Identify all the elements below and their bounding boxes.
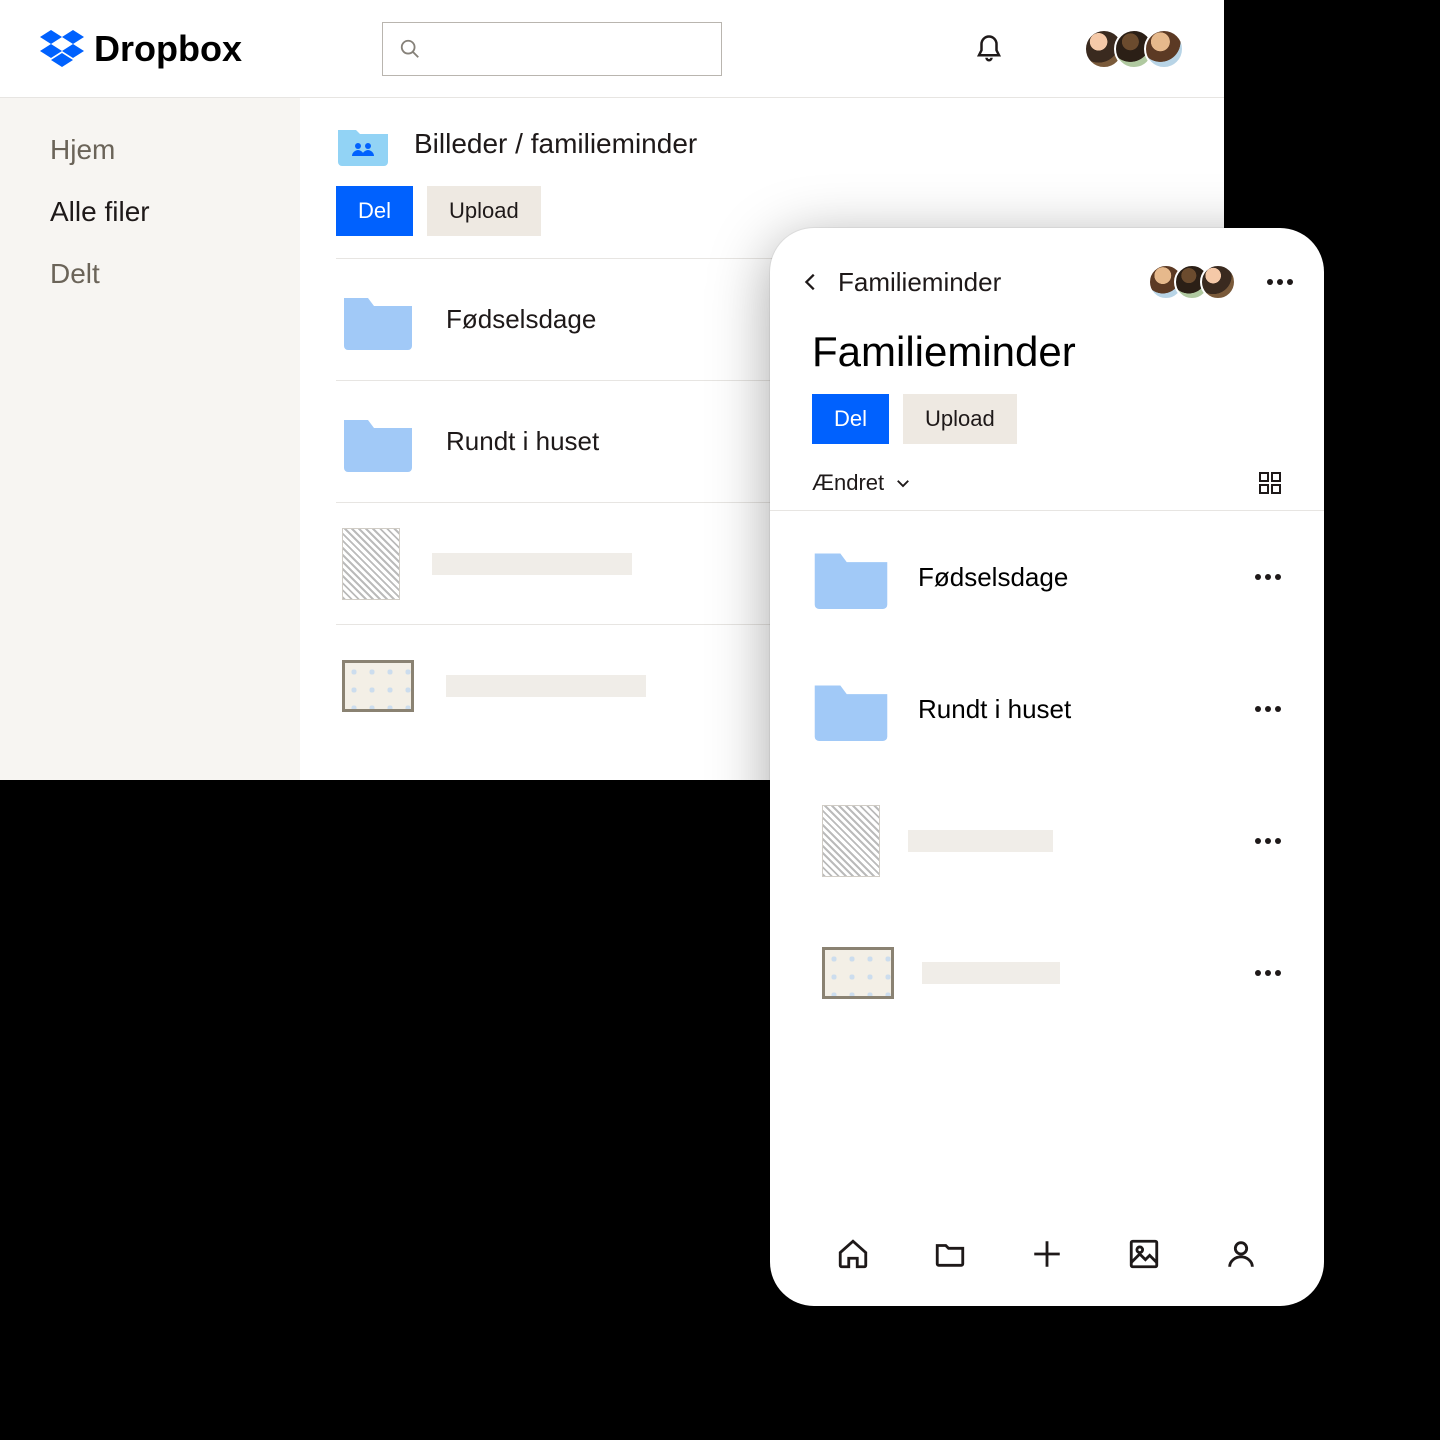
chevron-left-icon <box>800 271 822 293</box>
tab-home[interactable] <box>836 1237 870 1271</box>
more-icon <box>1254 573 1282 581</box>
sidebar-item-home[interactable]: Hjem <box>50 134 250 166</box>
row-more-button[interactable] <box>1254 573 1282 581</box>
file-name-placeholder <box>446 675 646 697</box>
tab-files[interactable] <box>933 1237 967 1271</box>
avatar <box>1200 264 1236 300</box>
header-title: Familieminder <box>838 267 1132 298</box>
folder-icon <box>342 412 414 472</box>
topbar: Dropbox <box>0 0 1224 98</box>
more-button[interactable] <box>1266 278 1294 286</box>
search-icon <box>399 38 421 60</box>
member-avatars[interactable] <box>1148 264 1236 300</box>
more-icon <box>1254 705 1282 713</box>
file-name-placeholder <box>908 830 1053 852</box>
breadcrumb[interactable]: Billeder / familieminder <box>414 128 697 160</box>
folder-icon <box>342 290 414 350</box>
dropbox-icon <box>40 30 84 68</box>
photo-icon <box>1127 1237 1161 1271</box>
grid-icon <box>1258 471 1282 495</box>
mobile-tabbar <box>770 1216 1324 1306</box>
file-thumbnail <box>342 528 400 600</box>
file-name-placeholder <box>922 962 1060 984</box>
tab-photos[interactable] <box>1127 1237 1161 1271</box>
folder-icon <box>812 545 890 609</box>
sort-row: Ændret <box>770 466 1324 511</box>
upload-button[interactable]: Upload <box>903 394 1017 444</box>
file-row[interactable] <box>812 907 1282 1039</box>
back-button[interactable] <box>800 271 822 293</box>
mobile-action-row: Del Upload <box>770 394 1324 466</box>
member-avatars[interactable] <box>1084 29 1184 69</box>
more-icon <box>1266 278 1294 286</box>
folder-name: Rundt i huset <box>446 426 599 457</box>
dropbox-logo[interactable]: Dropbox <box>40 28 242 70</box>
plus-icon <box>1030 1237 1064 1271</box>
file-thumbnail <box>822 805 880 877</box>
row-more-button[interactable] <box>1254 705 1282 713</box>
sort-label: Ændret <box>812 470 884 496</box>
sidebar-item-all-files[interactable]: Alle filer <box>50 196 250 228</box>
folder-icon <box>812 677 890 741</box>
row-more-button[interactable] <box>1254 969 1282 977</box>
more-icon <box>1254 837 1282 845</box>
share-button[interactable]: Del <box>812 394 889 444</box>
file-name-placeholder <box>432 553 632 575</box>
file-thumbnail <box>342 660 414 712</box>
notifications-button[interactable] <box>974 34 1004 64</box>
home-icon <box>836 1237 870 1271</box>
folder-row[interactable]: Rundt i huset <box>812 643 1282 775</box>
folder-name: Fødselsdage <box>918 562 1226 593</box>
folder-name: Fødselsdage <box>446 304 596 335</box>
brand-text: Dropbox <box>94 28 242 70</box>
sort-button[interactable]: Ændret <box>812 470 912 496</box>
sidebar: Hjem Alle filer Delt <box>0 98 300 780</box>
mobile-header: Familieminder <box>770 258 1324 312</box>
share-button[interactable]: Del <box>336 186 413 236</box>
row-more-button[interactable] <box>1254 837 1282 845</box>
view-toggle-button[interactable] <box>1258 471 1282 495</box>
upload-button[interactable]: Upload <box>427 186 541 236</box>
folder-name: Rundt i huset <box>918 694 1226 725</box>
bell-icon <box>974 34 1004 64</box>
page-title: Familieminder <box>770 312 1324 394</box>
folder-row[interactable]: Fødselsdage <box>812 511 1282 643</box>
breadcrumb-row: Billeder / familieminder <box>336 122 1188 166</box>
person-icon <box>1224 1237 1258 1271</box>
tab-add[interactable] <box>1030 1237 1064 1271</box>
folder-outline-icon <box>933 1237 967 1271</box>
avatar <box>1144 29 1184 69</box>
shared-folder-icon <box>336 122 390 166</box>
file-row[interactable] <box>812 775 1282 907</box>
mobile-window: Familieminder Familieminder Del Upload Æ… <box>770 228 1324 1306</box>
sidebar-item-shared[interactable]: Delt <box>50 258 250 290</box>
file-thumbnail <box>822 947 894 999</box>
search-input[interactable] <box>382 22 722 76</box>
mobile-file-list: Fødselsdage Rundt i huset <box>770 511 1324 1216</box>
chevron-down-icon <box>894 474 912 492</box>
tab-account[interactable] <box>1224 1237 1258 1271</box>
more-icon <box>1254 969 1282 977</box>
